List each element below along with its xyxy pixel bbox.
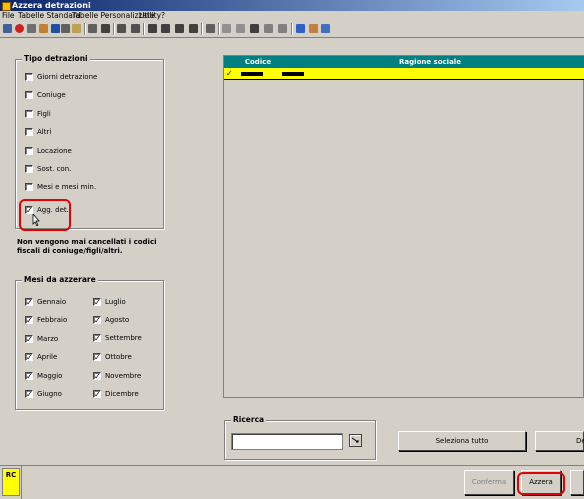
toolbar-separator: [113, 23, 115, 35]
toolbar-separator: [218, 23, 220, 35]
checkbox-box-checked[interactable]: ✓: [25, 335, 33, 344]
checkbox-box[interactable]: [25, 110, 33, 118]
first-record-icon[interactable]: [148, 24, 157, 33]
checkbox-box-checked[interactable]: ✓: [25, 353, 33, 362]
checkbox-box[interactable]: [25, 73, 33, 81]
menu-bar: File Tabelle Standard Tabelle Personaliz…: [0, 11, 584, 21]
folder-icon[interactable]: [72, 24, 81, 33]
row-selected-check-icon: ✓: [226, 69, 233, 78]
checkbox-box-checked[interactable]: ✓: [93, 298, 101, 307]
checkbox-box-checked[interactable]: ✓: [93, 372, 101, 381]
title-bar: Azzera detrazioni: [0, 0, 584, 11]
tipo-detrazioni-title: Tipo detrazioni: [22, 54, 90, 63]
column-header-ragione-sociale[interactable]: Ragione sociale: [280, 56, 580, 68]
data-grid[interactable]: Codice Ragione sociale ✓: [223, 55, 584, 398]
checkbox-box[interactable]: [25, 147, 33, 155]
search-input[interactable]: [231, 433, 343, 450]
find-next-icon[interactable]: [131, 24, 140, 33]
checkbox-box-checked[interactable]: ✓: [93, 353, 101, 362]
delete-record-icon[interactable]: [250, 24, 259, 33]
ricerca-title: Ricerca: [231, 415, 267, 424]
help-icon[interactable]: [321, 24, 330, 33]
status-indicator: RC: [2, 468, 20, 496]
prev-record-icon[interactable]: [161, 24, 170, 33]
table-row[interactable]: ✓: [224, 68, 584, 80]
save-icon[interactable]: [3, 24, 12, 33]
window-title: Azzera detrazioni: [12, 1, 91, 10]
toolbar-separator: [143, 23, 145, 35]
info-note: Non vengono mai cancellati i codici fisc…: [17, 238, 157, 255]
checkbox-box-checked[interactable]: ✓: [25, 390, 33, 399]
select-all-button[interactable]: Seleziona tutto: [398, 431, 526, 451]
next-record-icon[interactable]: [175, 24, 184, 33]
menu-help[interactable]: ?: [161, 11, 165, 21]
print-preview-icon[interactable]: [101, 24, 110, 33]
toolbar-separator: [84, 23, 86, 35]
find-icon[interactable]: [117, 24, 126, 33]
toolbar: [0, 21, 584, 38]
edit-record-icon[interactable]: [236, 24, 245, 33]
checkbox-box-checked[interactable]: ✓: [93, 316, 101, 325]
new-record-icon[interactable]: [222, 24, 231, 33]
checkbox-box-checked[interactable]: ✓: [93, 334, 101, 343]
ricerca-group: Ricerca: [224, 415, 376, 460]
checkbox-box[interactable]: [25, 128, 33, 136]
checkbox-box-checked[interactable]: ✓: [25, 316, 33, 325]
app-icon: [2, 2, 11, 11]
status-bar: RC Conferma Azzera: [0, 465, 584, 499]
menu-utility[interactable]: Utility: [139, 11, 161, 21]
last-record-icon[interactable]: [189, 24, 198, 33]
confirm-button[interactable]: Conferma: [464, 470, 514, 495]
calculator-icon[interactable]: [264, 24, 273, 33]
status-divider: [21, 466, 22, 499]
toolbar-separator: [201, 23, 203, 35]
mesi-group: Mesi da azzerare ✓ Gennaio ✓ Febbraio ✓ Mar…: [15, 275, 164, 410]
copy-icon[interactable]: [61, 24, 70, 33]
grid-header: Codice Ragione sociale: [224, 56, 584, 68]
ragione-sociale-cell-redacted: [282, 72, 304, 76]
partial-button[interactable]: [570, 470, 584, 495]
menu-file[interactable]: File: [2, 11, 15, 21]
checkbox-box-checked[interactable]: ✓: [93, 390, 101, 399]
checkbox-box-checked[interactable]: ✓: [25, 298, 33, 307]
print-icon[interactable]: [88, 24, 97, 33]
cursor-pointer-icon: [32, 214, 40, 226]
mesi-title: Mesi da azzerare: [22, 275, 98, 284]
refresh-icon[interactable]: [27, 24, 36, 33]
calendar-icon[interactable]: [278, 24, 287, 33]
users-icon[interactable]: [296, 24, 305, 33]
checkbox-box[interactable]: [25, 165, 33, 173]
search-arrow-icon: [351, 437, 359, 443]
column-header-codice[interactable]: Codice: [238, 56, 278, 68]
edit-icon[interactable]: [39, 24, 48, 33]
highlight-annotation: [19, 199, 71, 231]
checkbox-box[interactable]: [25, 91, 33, 99]
tools-icon[interactable]: [206, 24, 215, 33]
checkbox-box-checked[interactable]: ✓: [25, 372, 33, 381]
highlight-annotation: [517, 472, 565, 495]
home-icon[interactable]: [309, 24, 318, 33]
stop-icon[interactable]: [15, 24, 24, 33]
checkbox-box[interactable]: [25, 183, 33, 191]
codice-cell-redacted: [241, 72, 263, 76]
info-icon[interactable]: [51, 24, 60, 33]
search-button[interactable]: [349, 434, 362, 447]
deselect-button[interactable]: De: [535, 431, 584, 451]
toolbar-separator: [291, 23, 293, 35]
